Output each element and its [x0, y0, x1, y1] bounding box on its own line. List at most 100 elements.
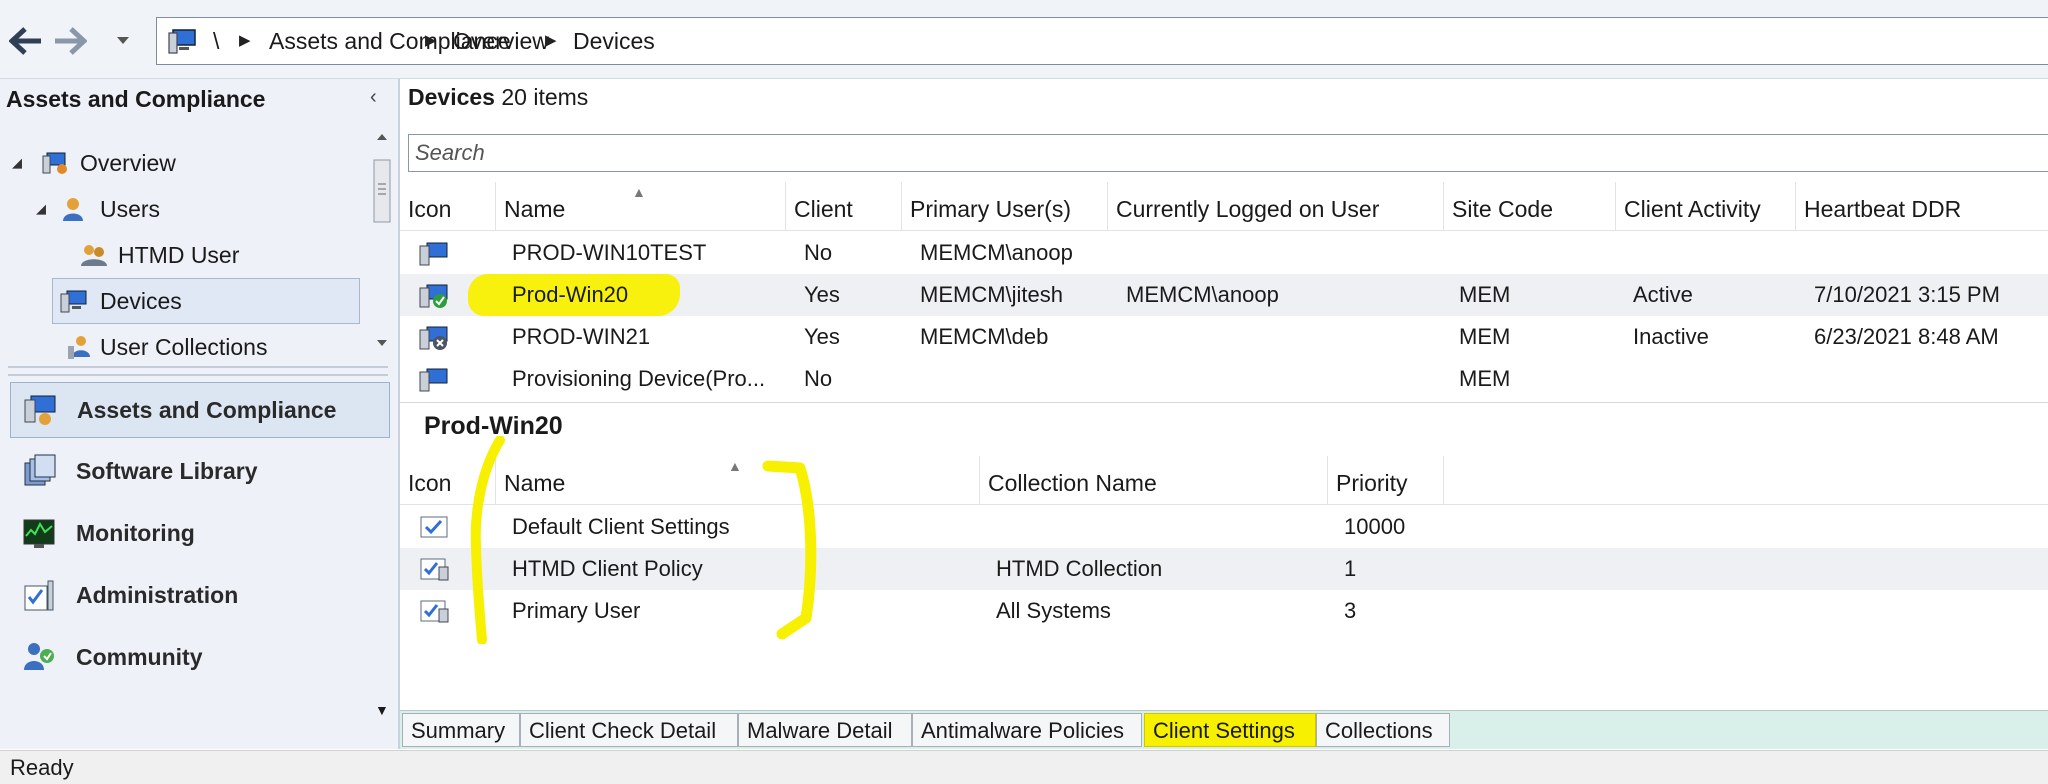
cell-name: PROD-WIN21	[512, 324, 651, 349]
column-header-icon[interactable]: Icon	[400, 182, 496, 230]
cell-name: Provisioning Device(Pro...	[512, 366, 766, 391]
tree-item-label: HTMD User	[118, 242, 240, 268]
column-header-logged-on-user[interactable]: Currently Logged on User	[1108, 182, 1444, 230]
cell-activity: Inactive	[1633, 324, 1709, 349]
users-icon	[60, 196, 86, 222]
cell-client: No	[804, 366, 833, 391]
tab-summary[interactable]: Summary	[402, 713, 520, 747]
column-header-collection-name[interactable]: Collection Name	[980, 456, 1328, 504]
tree-item-label: User Collections	[100, 334, 268, 360]
detail-tab-strip: Summary Client Check Detail Malware Deta…	[400, 710, 2048, 749]
breadcrumb-separator-icon[interactable]: ▶	[239, 18, 251, 64]
back-arrow-icon[interactable]	[4, 18, 48, 64]
breadcrumb-separator-icon[interactable]: ▶	[545, 18, 557, 64]
client-settings-grid-header: Icon Name ▲ Collection Name Priority	[400, 456, 2048, 505]
tab-client-check-detail[interactable]: Client Check Detail	[520, 713, 738, 747]
cell-primary-user: MEMCM\anoop	[920, 240, 1073, 265]
community-icon	[22, 640, 56, 674]
chevron-down-icon[interactable]: ▼	[375, 702, 389, 718]
forward-arrow-icon[interactable]	[48, 18, 92, 64]
expand-triangle-icon[interactable]: ◢	[12, 144, 22, 182]
tree-item-devices[interactable]: Devices	[60, 282, 350, 320]
cell-name: HTMD Client Policy	[512, 556, 703, 581]
assets-compliance-icon	[23, 393, 57, 427]
cell-site: MEM	[1459, 282, 1511, 307]
client-settings-device-icon	[418, 556, 450, 582]
user-group-icon	[80, 242, 107, 268]
workspace-label: Administration	[76, 582, 239, 608]
status-bar: Ready	[0, 750, 2048, 784]
cell-name: Prod-Win20	[512, 282, 629, 307]
tree-item-user-collections[interactable]: User Collections	[66, 328, 356, 366]
breadcrumb-root[interactable]: \	[213, 18, 219, 64]
table-row[interactable]: Default Client Settings 10000	[400, 506, 2048, 548]
device-client-healthy-icon	[418, 282, 450, 310]
expand-triangle-icon[interactable]: ◢	[36, 190, 46, 228]
workspace-software-library[interactable]: Software Library	[10, 444, 388, 498]
breadcrumb-item-overview[interactable]: Overview	[453, 18, 549, 64]
client-settings-icon	[418, 514, 450, 540]
cell-primary-user: MEMCM\deb	[920, 324, 1049, 349]
column-header-heartbeat-ddr[interactable]: Heartbeat DDR	[1796, 182, 2048, 230]
column-header-client[interactable]: Client	[786, 182, 902, 230]
column-header-primary-users[interactable]: Primary User(s)	[902, 182, 1108, 230]
client-settings-device-icon	[418, 598, 450, 624]
sort-ascending-icon: ▲	[728, 458, 742, 474]
cell-priority: 3	[1344, 598, 1357, 623]
cell-logged-on: MEMCM\anoop	[1126, 282, 1279, 307]
address-bar[interactable]: \ ▶ Assets and Compliance ▶ Overview ▶ D…	[156, 17, 2048, 65]
workspace-label: Assets and Compliance	[77, 397, 337, 423]
tree-item-overview[interactable]: ◢ Overview	[12, 144, 352, 182]
column-header-site-code[interactable]: Site Code	[1444, 182, 1616, 230]
workspace-splitter[interactable]	[8, 366, 388, 376]
tree-item-users[interactable]: ◢ Users	[36, 190, 356, 228]
table-row-selected[interactable]: Prod-Win20 Yes MEMCM\jitesh MEMCM\anoop …	[400, 274, 2048, 316]
search-placeholder: Search	[415, 140, 485, 165]
history-dropdown-icon[interactable]	[110, 18, 136, 64]
table-row[interactable]: Provisioning Device(Pro... No MEM	[400, 358, 2048, 400]
device-icon	[418, 240, 450, 268]
administration-icon	[22, 578, 56, 612]
column-header-priority[interactable]: Priority	[1328, 456, 1444, 504]
view-title: Devices 20 items	[408, 84, 588, 111]
tree-scrollbar[interactable]	[370, 128, 394, 356]
cell-priority: 1	[1344, 556, 1357, 581]
tree-item-htmd-user[interactable]: HTMD User	[80, 236, 360, 274]
navigation-buttons	[4, 18, 144, 64]
monitoring-icon	[22, 516, 56, 550]
tab-malware-detail[interactable]: Malware Detail	[738, 713, 912, 747]
cell-heartbeat: 7/10/2021 3:15 PM	[1814, 282, 2000, 307]
table-row[interactable]: HTMD Client Policy HTMD Collection 1	[400, 548, 2048, 590]
workspace-community[interactable]: Community	[10, 630, 388, 684]
overview-icon	[42, 150, 68, 176]
workspace-label: Community	[76, 644, 203, 670]
tree-item-label: Devices	[100, 288, 182, 314]
workspace-monitoring[interactable]: Monitoring	[10, 506, 388, 560]
workspace-administration[interactable]: Administration	[10, 568, 388, 622]
detail-splitter[interactable]	[400, 402, 2048, 403]
tab-antimalware-policies[interactable]: Antimalware Policies	[912, 713, 1142, 747]
cell-primary-user: MEMCM\jitesh	[920, 282, 1064, 307]
workspace-assets-compliance[interactable]: Assets and Compliance	[10, 382, 390, 438]
tree-item-label: Users	[100, 196, 161, 222]
tab-collections[interactable]: Collections	[1316, 713, 1450, 747]
cell-client: No	[804, 240, 833, 265]
collapse-pane-icon[interactable]: ‹	[370, 86, 377, 109]
tab-client-settings[interactable]: Client Settings	[1144, 713, 1316, 747]
cell-priority: 10000	[1344, 514, 1406, 539]
column-header-client-activity[interactable]: Client Activity	[1616, 182, 1796, 230]
breadcrumb-separator-icon[interactable]: ▶	[425, 18, 437, 64]
workspace-label: Software Library	[76, 458, 258, 484]
table-row[interactable]: PROD-WIN10TEST No MEMCM\anoop	[400, 232, 2048, 274]
cell-site: MEM	[1459, 366, 1511, 391]
table-row[interactable]: Primary User All Systems 3	[400, 590, 2048, 632]
yellow-bracket-annotation-left	[466, 436, 506, 644]
cell-heartbeat: 6/23/2021 8:48 AM	[1814, 324, 1999, 349]
search-input[interactable]: Search	[408, 134, 2048, 172]
status-text: Ready	[10, 755, 74, 780]
navigation-pane-title: Assets and Compliance	[6, 86, 266, 112]
user-collections-icon	[66, 334, 92, 360]
devices-icon	[60, 288, 87, 314]
table-row[interactable]: PROD-WIN21 Yes MEMCM\deb MEM Inactive 6/…	[400, 316, 2048, 358]
breadcrumb-item-devices[interactable]: Devices	[573, 18, 655, 64]
